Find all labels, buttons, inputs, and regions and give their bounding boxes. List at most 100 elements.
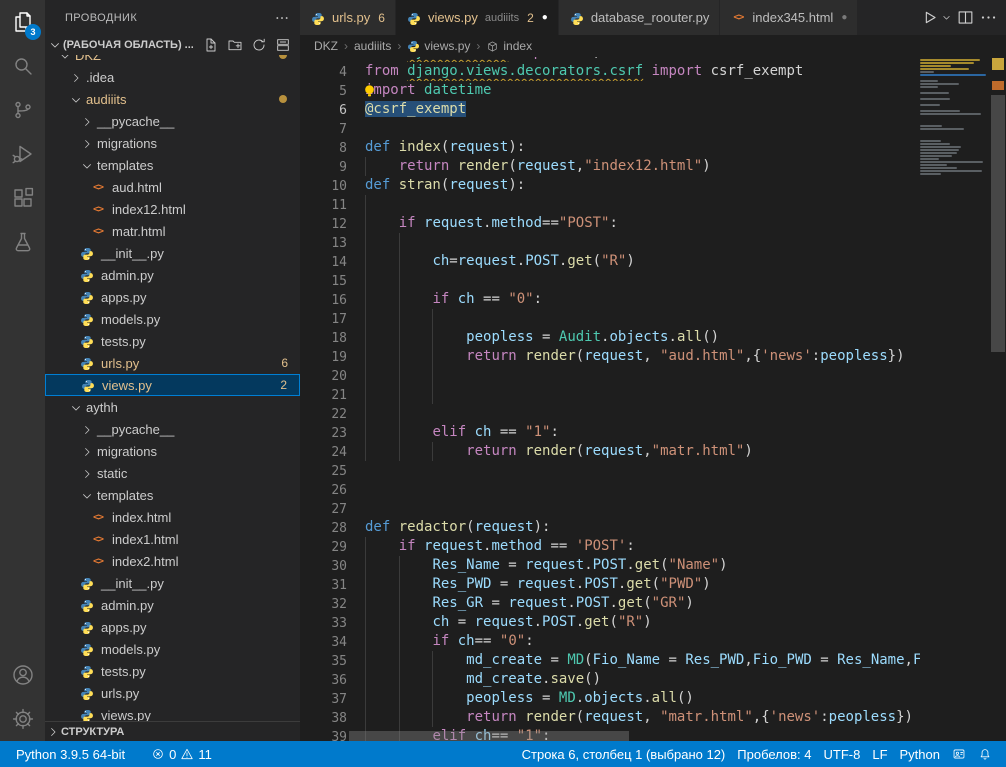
tree-item-templates[interactable]: templates <box>45 484 300 506</box>
minimap-line <box>920 92 949 94</box>
chevron-right-icon <box>79 135 95 151</box>
tab-index345.html[interactable]: <>index345.html● <box>720 0 858 35</box>
python-icon <box>406 10 422 26</box>
editor[interactable]: DKZ›audiiits›views.py›index 3from aythh.… <box>300 35 1006 741</box>
breadcrumb-item-DKZ[interactable]: DKZ <box>314 39 338 53</box>
tab-views.py[interactable]: views.pyaudiiits2● <box>396 0 559 35</box>
activity-bar-item-explorer[interactable]: 3 <box>0 0 45 44</box>
new-file-icon[interactable] <box>202 36 220 54</box>
tree-item-urls.py[interactable]: urls.py6 <box>45 352 300 374</box>
refresh-icon[interactable] <box>250 36 268 54</box>
activity-bar-item-run-and-debug[interactable] <box>0 132 45 176</box>
language-mode-item[interactable]: Python <box>894 747 946 762</box>
run-icon[interactable] <box>920 8 939 27</box>
chevron-down-icon[interactable] <box>943 12 952 23</box>
breadcrumb-item-audiiits[interactable]: audiiits <box>354 39 391 53</box>
extensions-icon <box>11 186 35 210</box>
sidebar-more-actions-icon[interactable] <box>274 10 290 26</box>
tree-item-label: index.html <box>112 510 171 525</box>
horizontal-scrollbar[interactable] <box>349 731 629 741</box>
python-icon <box>79 663 95 679</box>
tree-item-aythh[interactable]: aythh <box>45 396 300 418</box>
encoding-item[interactable]: UTF-8 <box>818 747 867 762</box>
minimap-line <box>920 155 952 157</box>
python-interpreter-item[interactable]: Python 3.9.5 64-bit <box>10 747 131 762</box>
activity-bar-item-account[interactable] <box>0 653 45 697</box>
activity-bar-item-testing[interactable] <box>0 220 45 264</box>
tree-item-__init__.py[interactable]: __init__.py <box>45 572 300 594</box>
tree-item-urls.py[interactable]: urls.py <box>45 682 300 704</box>
html-icon: <> <box>90 509 106 525</box>
tree-item-models.py[interactable]: models.py <box>45 308 300 330</box>
explorer-sidebar: ПРОВОДНИК (РАБОЧАЯ ОБЛАСТЬ) ... DKZ .idea… <box>45 0 300 741</box>
python-icon <box>79 597 95 613</box>
line-text: if ch == "0": <box>365 290 920 309</box>
line-text <box>365 271 920 290</box>
minimap-line <box>920 170 982 172</box>
line-text: def redactor(request): <box>365 518 920 537</box>
vertical-scrollbar-thumb[interactable] <box>991 95 1005 352</box>
vertical-scrollbar[interactable] <box>990 57 1006 741</box>
tree-item-__pycache__[interactable]: __pycache__ <box>45 418 300 440</box>
tree-item-audiiits[interactable]: audiiits <box>45 88 300 110</box>
indent-guide <box>365 613 366 632</box>
notifications-item[interactable] <box>972 747 998 761</box>
code-area[interactable]: 3from aythh.models import MD,Audit4from … <box>300 57 920 741</box>
run-and-debug-icon <box>11 142 35 166</box>
tree-item-label: DKZ <box>75 55 101 63</box>
python-icon <box>79 267 95 283</box>
tree-item-migrations[interactable]: migrations <box>45 440 300 462</box>
minimap[interactable] <box>920 57 990 741</box>
tree-item-views.py[interactable]: views.py2 <box>45 374 300 396</box>
workspace-section-header[interactable]: (РАБОЧАЯ ОБЛАСТЬ) ... <box>45 35 300 55</box>
breadcrumb-item-views.py[interactable]: views.py <box>407 39 470 53</box>
tree-item-admin.py[interactable]: admin.py <box>45 264 300 286</box>
tree-item-__init__.py[interactable]: __init__.py <box>45 242 300 264</box>
sidebar-title: ПРОВОДНИК <box>65 12 137 24</box>
collapse-all-icon[interactable] <box>274 36 292 54</box>
feedback-item[interactable] <box>946 747 972 761</box>
tree-item-.idea[interactable]: .idea <box>45 66 300 88</box>
tree-item-views.py[interactable]: views.py <box>45 704 300 722</box>
activity-bar-item-source-control[interactable] <box>0 88 45 132</box>
tree-item-index2.html[interactable]: <>index2.html <box>45 550 300 572</box>
outline-section-header[interactable]: СТРУКТУРА <box>45 721 300 741</box>
tab-database_roouter.py[interactable]: database_roouter.py <box>559 0 721 35</box>
tree-item-matr.html[interactable]: <>matr.html <box>45 220 300 242</box>
indentation-item[interactable]: Пробелов: 4 <box>731 747 817 762</box>
tree-item-admin.py[interactable]: admin.py <box>45 594 300 616</box>
tree-item-__pycache__[interactable]: __pycache__ <box>45 110 300 132</box>
split-editor-icon[interactable] <box>956 8 975 27</box>
tree-item-tests.py[interactable]: tests.py <box>45 330 300 352</box>
tree-item-aud.html[interactable]: <>aud.html <box>45 176 300 198</box>
tree-item-apps.py[interactable]: apps.py <box>45 616 300 638</box>
tree-item-templates[interactable]: templates <box>45 154 300 176</box>
tab-urls.py[interactable]: urls.py6 <box>300 0 396 35</box>
tree-item-index1.html[interactable]: <>index1.html <box>45 528 300 550</box>
tree-item-migrations[interactable]: migrations <box>45 132 300 154</box>
tree-item-index12.html[interactable]: <>index12.html <box>45 198 300 220</box>
problems-item[interactable]: 0 11 <box>145 747 218 762</box>
lightbulb-icon[interactable] <box>362 83 377 99</box>
activity-bar-item-search[interactable] <box>0 44 45 88</box>
breadcrumb-separator: › <box>344 39 348 53</box>
cursor-position-item[interactable]: Строка 6, столбец 1 (выбрано 12) <box>516 747 732 762</box>
activity-bar-item-extensions[interactable] <box>0 176 45 220</box>
tree-item-DKZ[interactable]: DKZ <box>45 55 300 66</box>
indent-guide <box>399 366 400 385</box>
tree-item-apps.py[interactable]: apps.py <box>45 286 300 308</box>
tree-item-index.html[interactable]: <> index.html <box>45 506 300 528</box>
code-line-30: 30 Res_Name = request.POST.get("Name") <box>300 556 920 575</box>
eol-item[interactable]: LF <box>866 747 893 762</box>
tree-item-models.py[interactable]: models.py <box>45 638 300 660</box>
tree-item-tests.py[interactable]: tests.py <box>45 660 300 682</box>
tree-item-static[interactable]: static <box>45 462 300 484</box>
indent-guide <box>399 233 400 252</box>
breadcrumb-item-index[interactable]: index <box>486 39 532 53</box>
new-folder-icon[interactable] <box>226 36 244 54</box>
minimap-line <box>920 131 990 133</box>
line-text <box>365 233 920 252</box>
editor-actions <box>920 0 1006 35</box>
more-icon[interactable] <box>979 8 998 27</box>
activity-bar-item-settings[interactable] <box>0 697 45 741</box>
